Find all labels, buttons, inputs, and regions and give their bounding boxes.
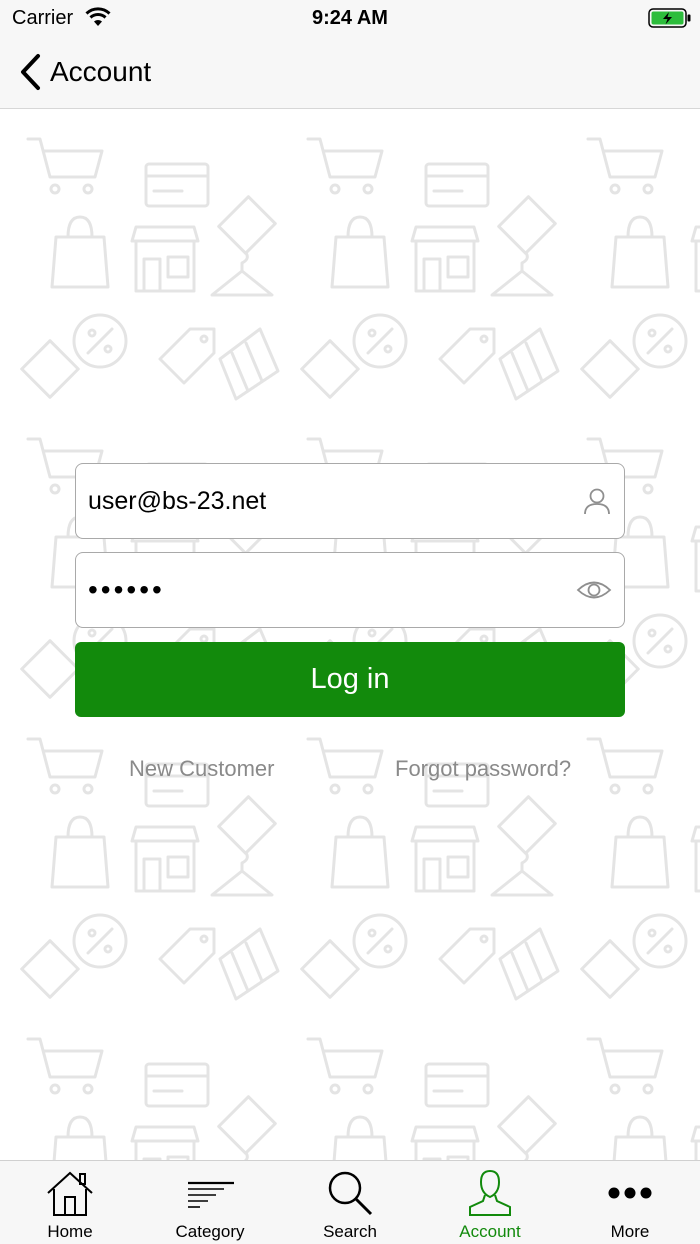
home-icon [47,1171,93,1216]
new-customer-link[interactable]: New Customer [129,756,274,782]
tab-search[interactable]: Search [280,1161,420,1244]
account-icon [469,1169,511,1216]
back-button[interactable]: Account [18,52,151,92]
more-icon [608,1187,652,1199]
show-password-eye-icon[interactable] [576,577,612,603]
search-icon [328,1171,373,1216]
tab-home-label: Home [47,1222,93,1241]
log-in-button-label: Log in [310,663,390,695]
tab-account-label: Account [459,1222,521,1241]
log-in-button[interactable]: Log in [75,642,625,717]
tab-category-label: Category [175,1222,245,1241]
status-time: 9:24 AM [312,7,388,29]
tab-more-label: More [610,1222,650,1241]
tab-account[interactable]: Account [420,1161,560,1244]
forgot-password-link[interactable]: Forgot password? [395,756,571,782]
tab-search-label: Search [323,1222,377,1241]
login-screen [0,109,700,1160]
back-button-label: Account [50,56,152,87]
chevron-left-icon [21,54,40,90]
category-icon [188,1181,234,1208]
password-input[interactable] [88,553,568,627]
user-icon [584,488,610,515]
tab-home[interactable]: Home [0,1161,140,1244]
navigation-bar: Account [0,38,700,109]
email-input[interactable] [88,464,568,538]
tab-category[interactable]: Category [140,1161,280,1244]
status-bar: Carrier 9:24 AM [0,0,700,38]
shopping-pattern-background [0,109,700,1160]
tab-bar: Home Category Search Account More [0,1160,700,1244]
email-field[interactable] [75,463,625,539]
battery-charging-icon [648,8,691,28]
tab-more[interactable]: More [560,1161,700,1244]
password-field[interactable] [75,552,625,628]
